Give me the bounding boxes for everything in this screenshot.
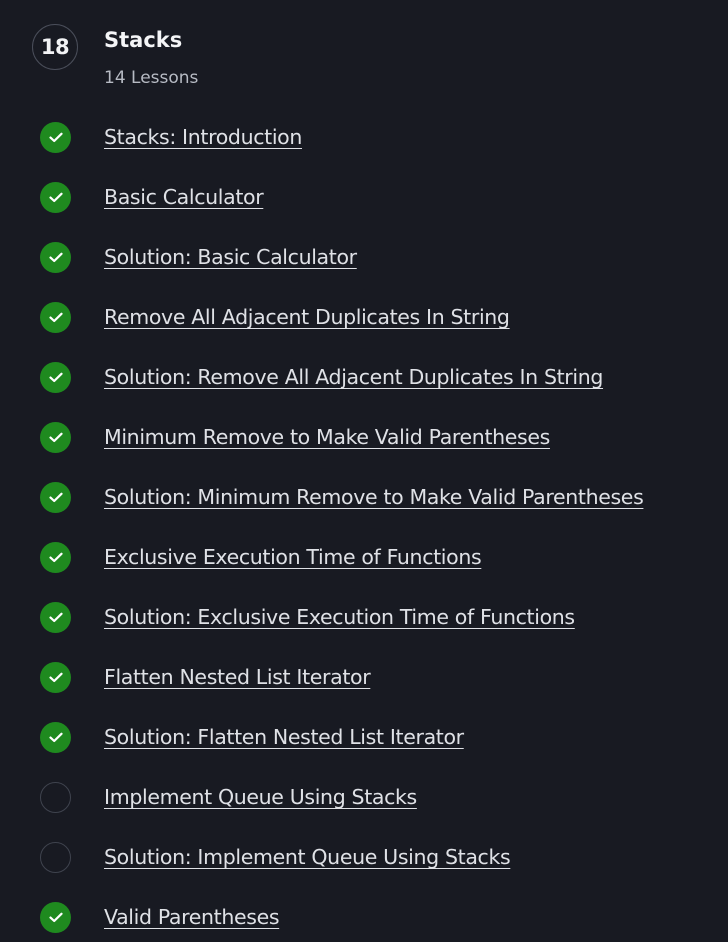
lesson-count: 14 Lessons [104, 68, 199, 88]
lesson-link[interactable]: Minimum Remove to Make Valid Parentheses [104, 424, 550, 450]
empty-circle-icon [40, 782, 71, 813]
lesson-item: Flatten Nested List Iterator [0, 647, 728, 707]
module-section: 18 Stacks 14 Lessons Stacks: Introductio… [0, 0, 728, 942]
lesson-link[interactable]: Implement Queue Using Stacks [104, 784, 417, 810]
module-number: 18 [40, 35, 70, 59]
lesson-item: Basic Calculator [0, 167, 728, 227]
lesson-item: Valid Parentheses [0, 887, 728, 942]
check-circle-icon [40, 722, 71, 753]
check-circle-icon [40, 242, 71, 273]
lesson-link[interactable]: Solution: Minimum Remove to Make Valid P… [104, 484, 644, 510]
check-circle-icon [40, 542, 71, 573]
lesson-item: Solution: Implement Queue Using Stacks [0, 827, 728, 887]
lesson-link[interactable]: Solution: Remove All Adjacent Duplicates… [104, 364, 603, 390]
check-circle-icon [40, 182, 71, 213]
check-circle-icon [40, 362, 71, 393]
lesson-link[interactable]: Solution: Exclusive Execution Time of Fu… [104, 604, 575, 630]
lesson-link[interactable]: Remove All Adjacent Duplicates In String [104, 304, 510, 330]
check-circle-icon [40, 662, 71, 693]
lesson-link[interactable]: Solution: Basic Calculator [104, 244, 357, 270]
lesson-item: Solution: Basic Calculator [0, 227, 728, 287]
lesson-item: Solution: Exclusive Execution Time of Fu… [0, 587, 728, 647]
lesson-link[interactable]: Solution: Implement Queue Using Stacks [104, 844, 511, 870]
check-circle-icon [40, 482, 71, 513]
check-circle-icon [40, 602, 71, 633]
module-title: Stacks [104, 28, 183, 52]
lesson-link[interactable]: Solution: Flatten Nested List Iterator [104, 724, 464, 750]
lesson-item: Implement Queue Using Stacks [0, 767, 728, 827]
lesson-link[interactable]: Flatten Nested List Iterator [104, 664, 371, 690]
empty-circle-icon [40, 842, 71, 873]
lesson-item: Remove All Adjacent Duplicates In String [0, 287, 728, 347]
lesson-item: Solution: Flatten Nested List Iterator [0, 707, 728, 767]
lesson-item: Minimum Remove to Make Valid Parentheses [0, 407, 728, 467]
check-circle-icon [40, 422, 71, 453]
lesson-item: Solution: Minimum Remove to Make Valid P… [0, 467, 728, 527]
check-circle-icon [40, 122, 71, 153]
lesson-item: Solution: Remove All Adjacent Duplicates… [0, 347, 728, 407]
lesson-link[interactable]: Valid Parentheses [104, 904, 280, 930]
lesson-link[interactable]: Basic Calculator [104, 184, 264, 210]
lesson-item: Exclusive Execution Time of Functions [0, 527, 728, 587]
lesson-link[interactable]: Exclusive Execution Time of Functions [104, 544, 482, 570]
lesson-link[interactable]: Stacks: Introduction [104, 124, 302, 150]
lesson-list: Stacks: Introduction Basic Calculator Solu… [0, 107, 728, 942]
check-circle-icon [40, 902, 71, 933]
check-circle-icon [40, 302, 71, 333]
module-number-badge: 18 [32, 24, 78, 70]
lesson-item: Stacks: Introduction [0, 107, 728, 167]
